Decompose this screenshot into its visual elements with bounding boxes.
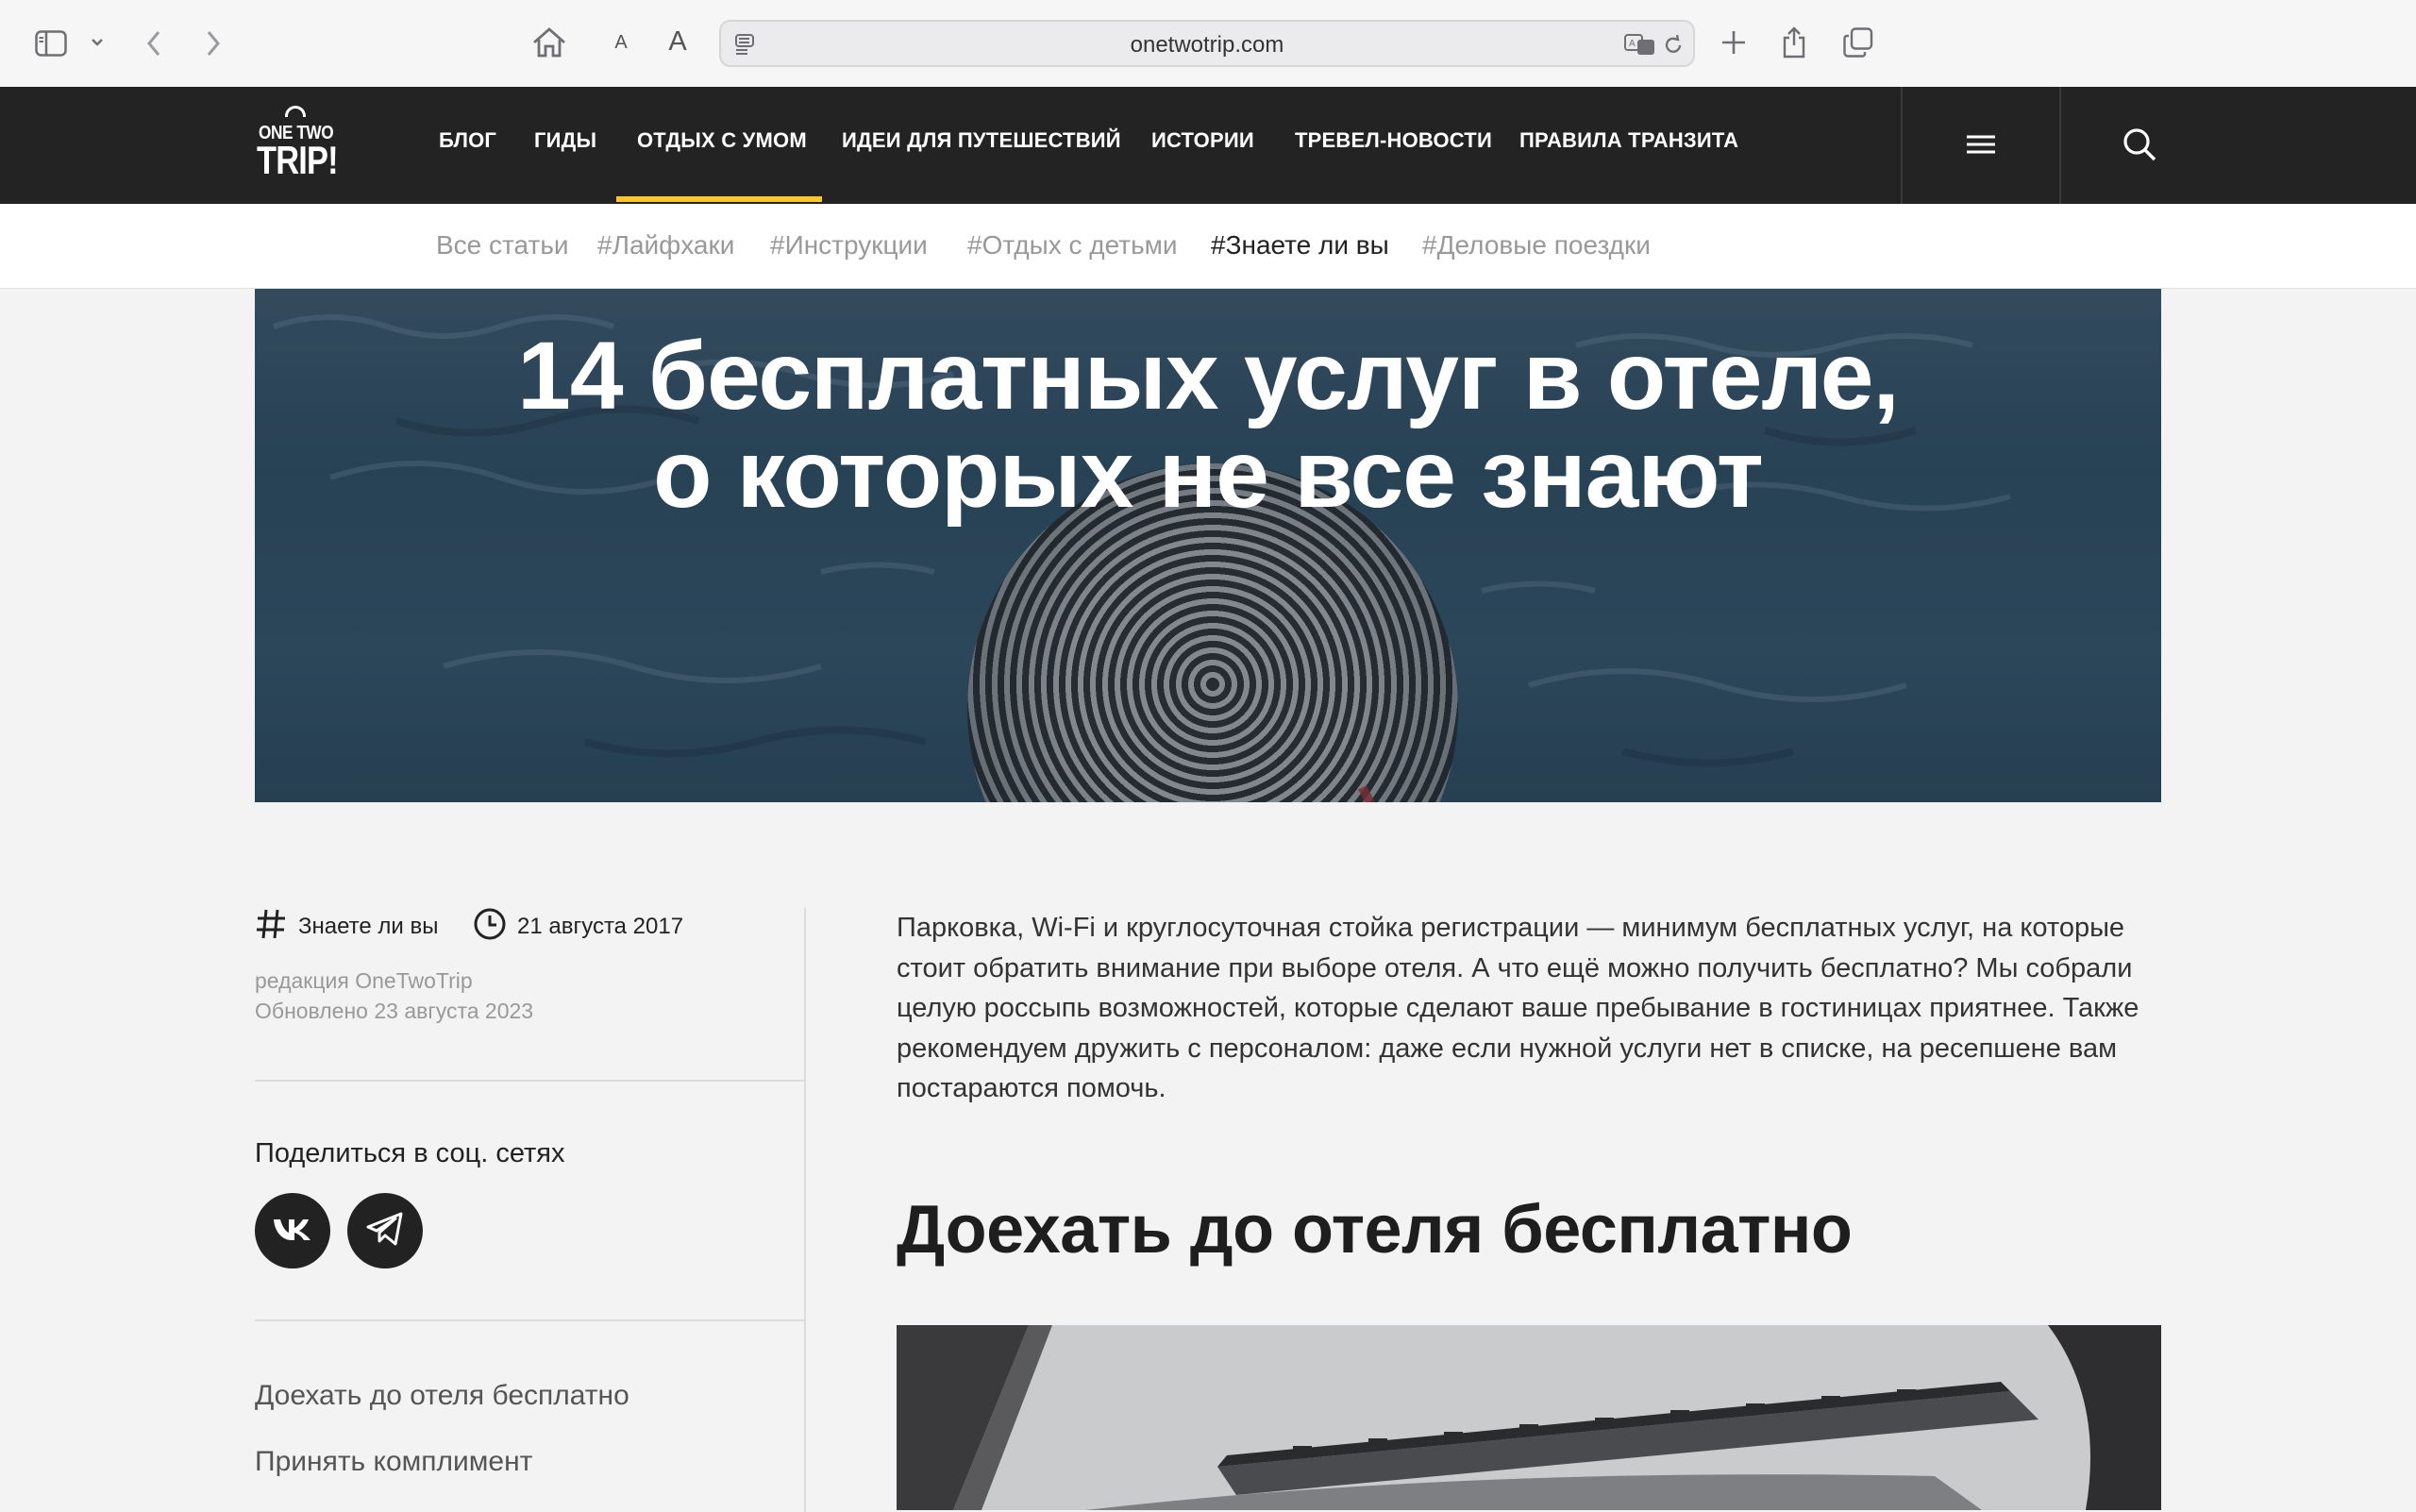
vk-share-button[interactable] xyxy=(255,1193,330,1268)
address-bar[interactable]: onetwotrip.com A xyxy=(719,20,1695,67)
subnav-all-articles[interactable]: Все статьи xyxy=(436,230,569,260)
article-lead: Парковка, Wi-Fi и круглосуточная стойка … xyxy=(897,913,2139,1104)
nav-divider xyxy=(1901,87,1903,204)
nav-stories[interactable]: ИСТОРИИ xyxy=(1151,87,1254,204)
subnav-instructions[interactable]: #Инструкции xyxy=(770,230,928,260)
svg-text:A: A xyxy=(1629,39,1636,49)
article-author: редакция OneTwoTrip xyxy=(255,968,473,993)
article-date: 21 августа 2017 xyxy=(474,908,683,946)
article-tag-label: Знаете ли вы xyxy=(298,914,439,939)
toc-item[interactable]: Доехать до отеля бесплатно xyxy=(255,1380,629,1412)
logo-text-bottom: TRIP! xyxy=(257,138,339,182)
nav-guides[interactable]: ГИДЫ xyxy=(534,87,596,204)
article-updated: Обновлено 23 августа 2023 xyxy=(255,999,534,1023)
nav-divider xyxy=(2059,87,2061,204)
article-title-line2: о которых не все знают xyxy=(653,420,1764,528)
url-text: onetwotrip.com xyxy=(1130,32,1284,58)
subnav-kids[interactable]: #Отдых с детьми xyxy=(967,230,1178,260)
nav-travel-news[interactable]: ТРЕВЕЛ-НОВОСТИ xyxy=(1295,87,1492,204)
car-sunroof-image xyxy=(897,1325,2161,1510)
logo-arc-icon xyxy=(285,106,306,117)
search-icon[interactable] xyxy=(2122,126,2157,162)
hashtag-icon xyxy=(255,908,287,947)
column-divider xyxy=(804,908,806,1512)
subnav-lifehacks[interactable]: #Лайфхаки xyxy=(597,230,734,260)
nav-travel-ideas[interactable]: ИДЕИ ДЛЯ ПУТЕШЕСТВИЙ xyxy=(842,87,1121,204)
clock-icon xyxy=(474,908,506,947)
article-title: 14 бесплатных услуг в отеле, о которых н… xyxy=(255,327,2161,523)
new-tab-icon[interactable] xyxy=(1720,28,1748,57)
nav-blog[interactable]: БЛОГ xyxy=(439,87,496,204)
share-title: Поделиться в соц. сетях xyxy=(255,1138,565,1168)
meta-divider xyxy=(255,1080,806,1082)
browser-toolbar: A A onetwotrip.com A xyxy=(0,0,2416,87)
share-divider xyxy=(255,1319,806,1321)
forward-icon[interactable] xyxy=(201,26,226,60)
subnav-business-trips[interactable]: #Деловые поездки xyxy=(1422,230,1651,260)
article-tag[interactable]: Знаете ли вы xyxy=(255,908,438,946)
onetwotrip-logo[interactable]: ONE TWO TRIP! xyxy=(257,104,339,183)
tabs-overview-icon[interactable] xyxy=(1842,26,1874,59)
font-larger-button[interactable]: A xyxy=(664,25,691,59)
vk-icon xyxy=(272,1217,313,1246)
hero-banner: 14 бесплатных услуг в отеле, о которых н… xyxy=(255,289,2161,802)
home-icon[interactable] xyxy=(531,25,567,60)
toc-item[interactable]: Принять комплимент xyxy=(255,1446,532,1478)
category-subnav: Все статьи #Лайфхаки #Инструкции #Отдых … xyxy=(0,204,2416,289)
telegram-icon xyxy=(366,1212,404,1251)
chevron-down-icon[interactable] xyxy=(87,32,108,53)
translate-icon[interactable]: A xyxy=(1623,31,1657,58)
share-icon[interactable] xyxy=(1780,25,1808,60)
reload-icon[interactable] xyxy=(1661,33,1686,58)
menu-icon[interactable] xyxy=(1961,128,2001,160)
article-title-line1: 14 бесплатных услуг в отеле, xyxy=(517,322,1900,429)
article-date-label: 21 августа 2017 xyxy=(517,914,684,939)
telegram-share-button[interactable] xyxy=(347,1193,423,1268)
site-header: ONE TWO TRIP! БЛОГ ГИДЫ ОТДЫХ С УМОМ ИДЕ… xyxy=(0,87,2416,204)
back-icon[interactable] xyxy=(142,26,166,60)
subnav-did-you-know[interactable]: #Знаете ли вы xyxy=(1211,230,1389,260)
sidebar-toggle-icon[interactable] xyxy=(34,26,68,60)
nav-smart-rest[interactable]: ОТДЫХ С УМОМ xyxy=(637,87,807,204)
nav-active-indicator xyxy=(616,196,822,202)
font-smaller-button[interactable]: A xyxy=(612,28,630,57)
nav-transit-rules[interactable]: ПРАВИЛА ТРАНЗИТА xyxy=(1519,87,1738,204)
section-heading: Доехать до отеля бесплатно xyxy=(897,1192,1853,1268)
